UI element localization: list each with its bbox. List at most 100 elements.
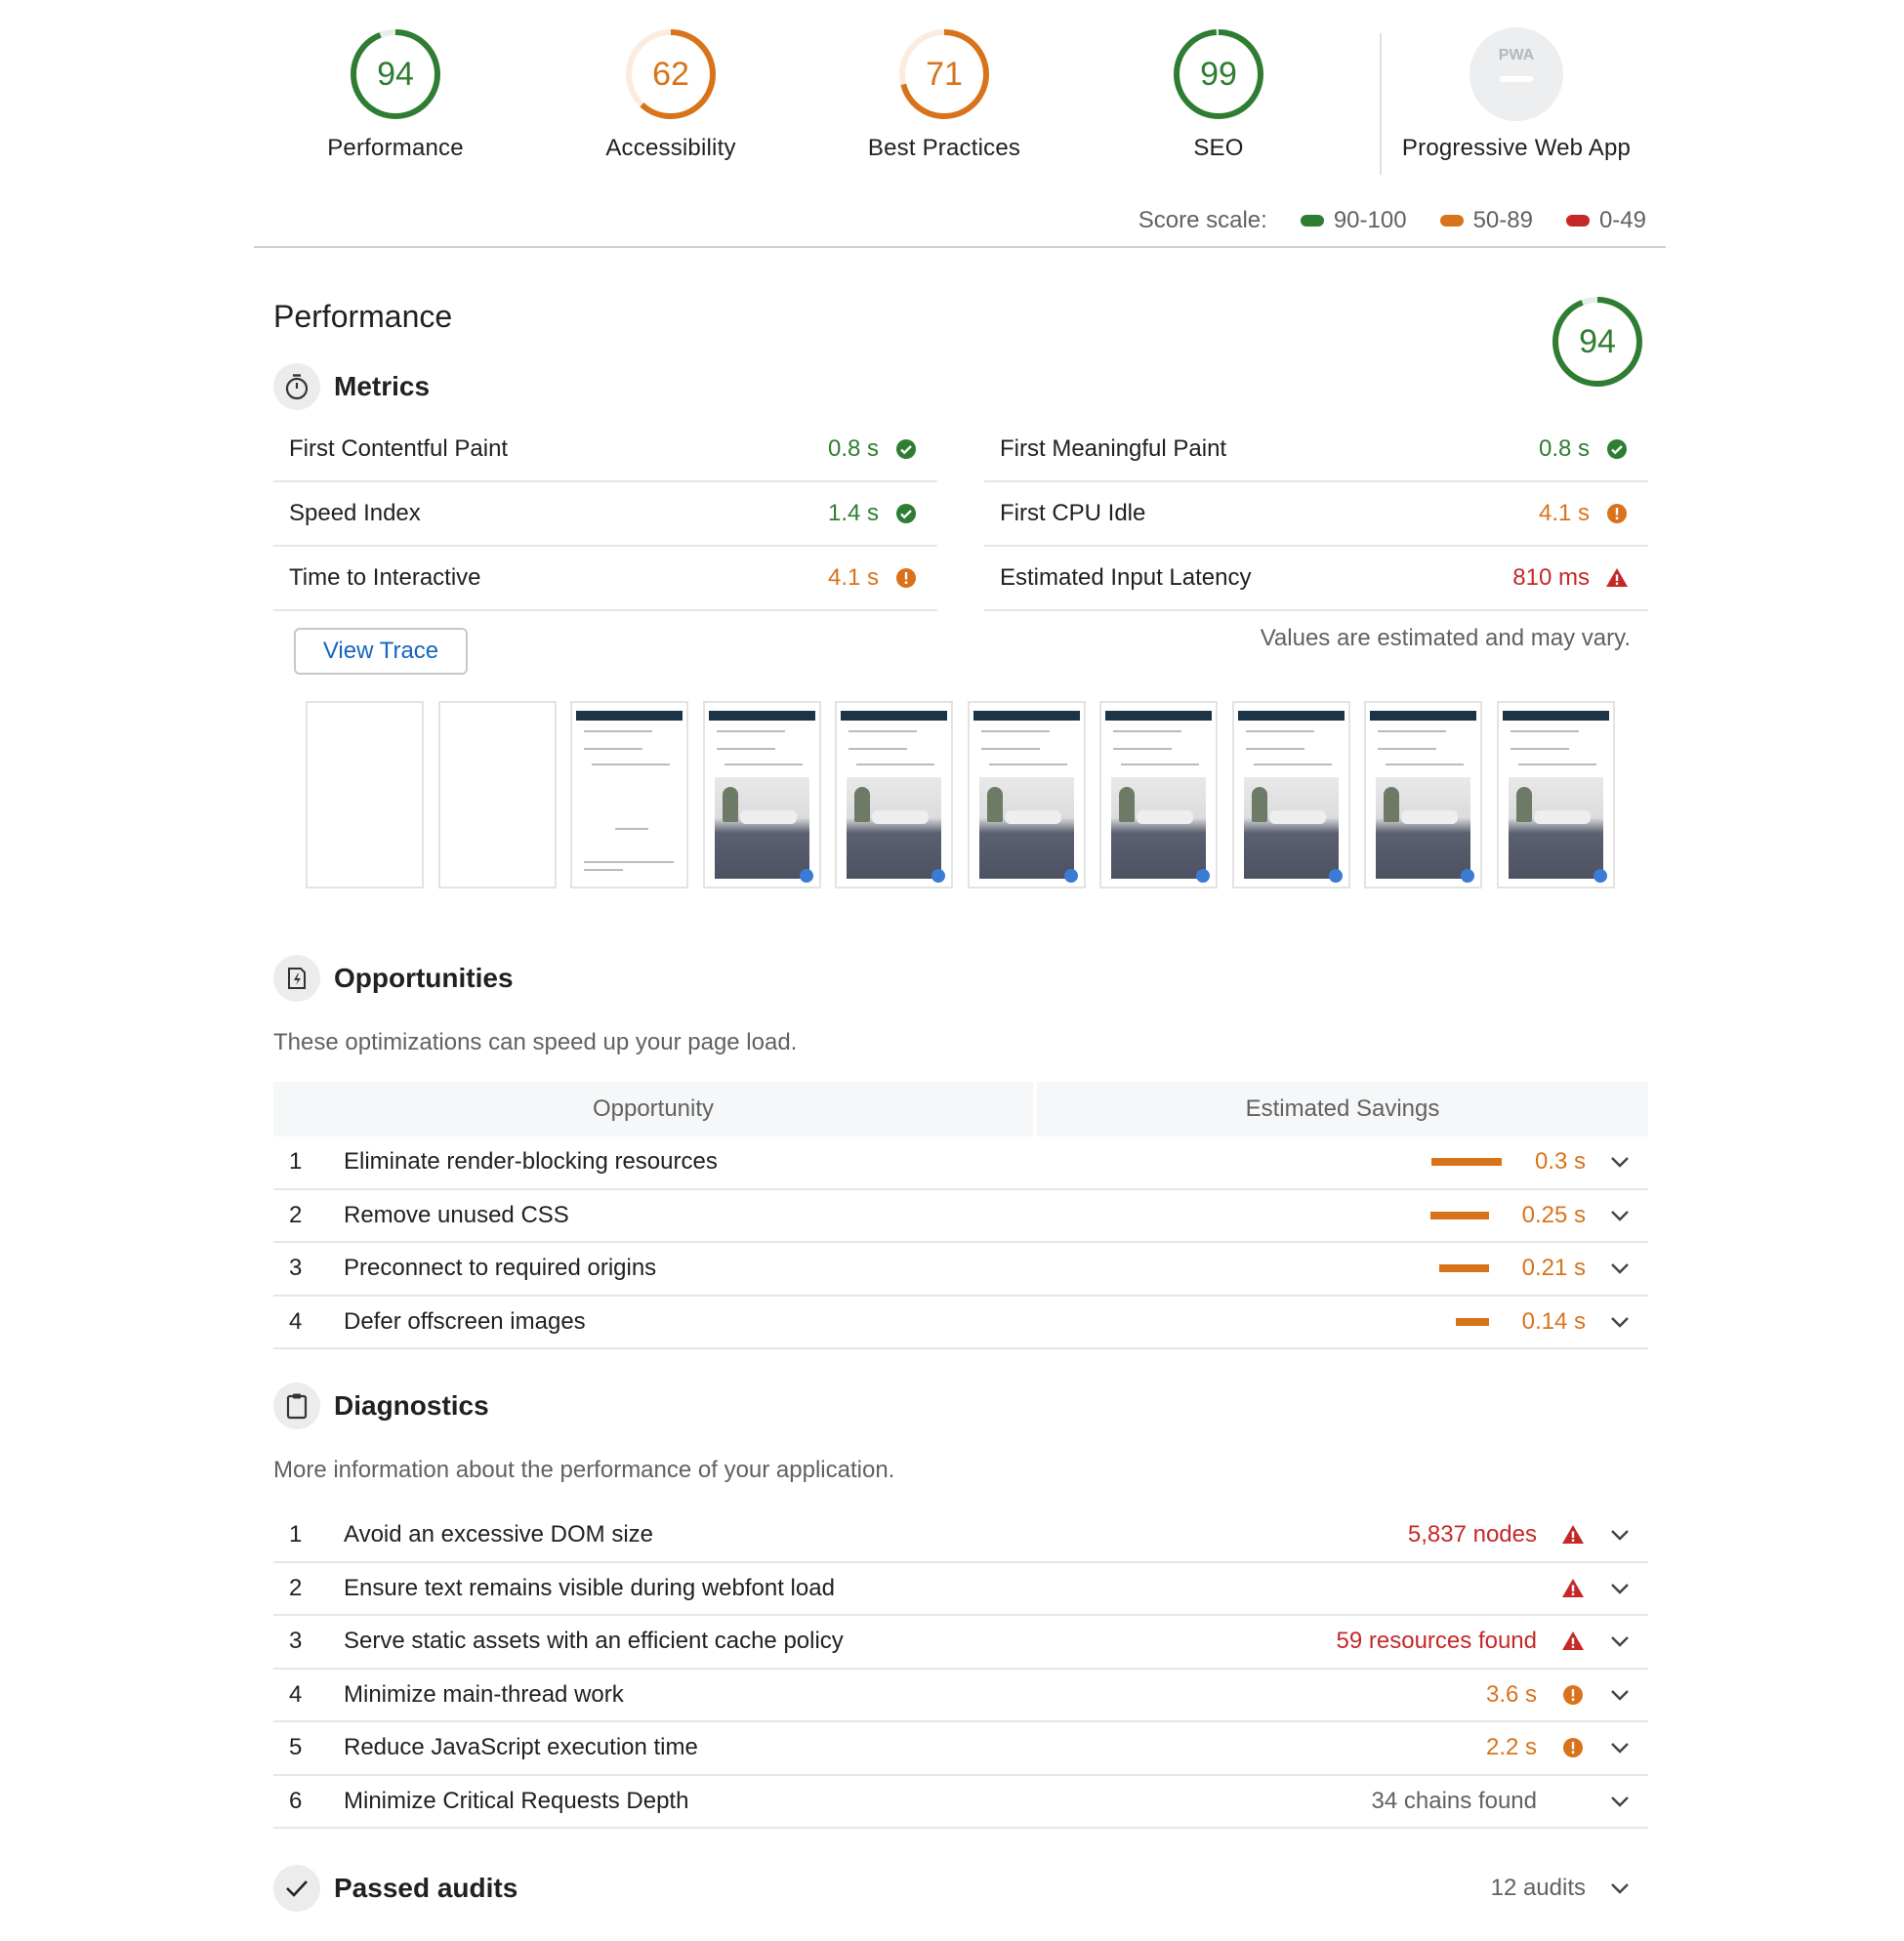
average-info-icon (1607, 504, 1627, 523)
pass-check-icon (1607, 439, 1627, 459)
chevron-down-icon[interactable] (1609, 1315, 1636, 1329)
savings-bar (1439, 1264, 1489, 1273)
gauge-score: 94 (1579, 323, 1616, 360)
opportunity-row[interactable]: 3 Preconnect to required origins 0.21 s (273, 1243, 1648, 1297)
fail-warning-icon (1562, 1525, 1584, 1545)
column-header-opportunity: Opportunity (273, 1082, 1033, 1136)
row-number: 4 (289, 1307, 303, 1335)
passed-audits-header[interactable]: Passed audits 12 audits (273, 1865, 1648, 1912)
fail-warning-icon (1562, 1578, 1584, 1597)
passed-audits-count: 12 audits (1490, 1875, 1586, 1901)
diagnostic-row[interactable]: 4 Minimize main-thread work 3.6 s (273, 1670, 1648, 1722)
gauge-best-practices[interactable]: 71 Best Practices (803, 27, 1086, 162)
scale-fail-range: 0-49 (1598, 207, 1646, 233)
gauge-label: Progressive Web App (1401, 135, 1632, 161)
pass-check-icon (896, 504, 916, 523)
chevron-down-icon[interactable] (1609, 1261, 1636, 1275)
pass-check-icon (896, 439, 916, 459)
opportunity-row[interactable]: 1 Eliminate render-blocking resources 0.… (273, 1136, 1648, 1190)
gauge-accessibility[interactable]: 62 Accessibility (529, 27, 812, 162)
diagnostic-row[interactable]: 2 Ensure text remains visible during web… (273, 1563, 1648, 1616)
filmstrip-frame[interactable] (437, 701, 557, 888)
bedroom-photo (1243, 777, 1339, 879)
opportunities-header: Opportunities (273, 955, 514, 1002)
gauge-score: 62 (652, 56, 689, 93)
performance-gauge: 94 (1551, 295, 1644, 393)
row-number: 3 (289, 1255, 303, 1282)
metric-value: 0.8 s (827, 435, 879, 462)
chevron-down-icon[interactable] (1609, 1688, 1636, 1702)
metric-value: 4.1 s (1538, 500, 1590, 526)
score-scale-label: Score scale: (1138, 207, 1267, 233)
opportunity-row[interactable]: 4 Defer offscreen images 0.14 s (273, 1297, 1648, 1349)
bedroom-photo (714, 777, 809, 879)
scale-average-range: 50-89 (1472, 207, 1533, 233)
savings-value: 0.25 s (1521, 1201, 1586, 1228)
row-title: Serve static assets with an efficient ca… (344, 1628, 844, 1655)
row-title: Minimize Critical Requests Depth (344, 1787, 689, 1814)
filmstrip-frame[interactable] (835, 701, 953, 888)
filmstrip-frame[interactable] (570, 701, 688, 888)
metric-label: First Contentful Paint (289, 435, 509, 462)
row-number: 5 (289, 1734, 303, 1761)
row-number: 2 (289, 1574, 303, 1601)
gauge-seo[interactable]: 99 SEO (1077, 27, 1360, 162)
filmstrip-frame[interactable] (1496, 701, 1615, 888)
filmstrip-frame[interactable] (306, 701, 424, 888)
bedroom-photo (1111, 777, 1206, 879)
chevron-down-icon[interactable] (1609, 1881, 1636, 1895)
metric-value: 4.1 s (827, 564, 879, 591)
gauge-score: 94 (377, 56, 414, 93)
row-title: Reduce JavaScript execution time (344, 1734, 698, 1761)
opportunities-table-header: Opportunity Estimated Savings (273, 1082, 1648, 1136)
savings-value: 0.3 s (1534, 1148, 1586, 1176)
chevron-down-icon[interactable] (1609, 1634, 1636, 1648)
gauge-ring: 62 (626, 29, 716, 119)
diagnostic-row[interactable]: 1 Avoid an excessive DOM size 5,837 node… (273, 1509, 1648, 1563)
metric-label: First CPU Idle (1000, 500, 1146, 526)
fail-warning-icon (1562, 1631, 1584, 1651)
metric-label: First Meaningful Paint (1000, 435, 1227, 462)
chevron-down-icon[interactable] (1609, 1795, 1636, 1808)
chat-bubble-icon (931, 869, 945, 883)
gauge-ring: 94 (351, 29, 440, 119)
gauge-performance[interactable]: 94 Performance (254, 27, 537, 162)
filmstrip-frame[interactable] (1099, 701, 1218, 888)
category-gauges: 94 Performance 62 Accessibility 71 Best … (254, 27, 1666, 179)
diagnostic-value: 59 resources found (1336, 1628, 1537, 1655)
row-title: Ensure text remains visible during webfo… (344, 1574, 835, 1601)
chevron-down-icon[interactable] (1609, 1582, 1636, 1595)
gauge-label: SEO (1193, 135, 1244, 161)
diagnostic-row[interactable]: 6 Minimize Critical Requests Depth 34 ch… (273, 1776, 1648, 1829)
view-trace-button[interactable]: View Trace (294, 628, 468, 675)
gauge-pwa[interactable]: PWA Progressive Web App (1370, 27, 1663, 162)
chevron-down-icon[interactable] (1609, 1528, 1636, 1542)
row-number: 1 (289, 1521, 303, 1549)
opportunities-table: Opportunity Estimated Savings 1 Eliminat… (273, 1082, 1648, 1349)
diagnostics-header: Diagnostics (273, 1383, 489, 1429)
metrics-header: Metrics (273, 363, 430, 410)
chevron-down-icon[interactable] (1609, 1741, 1636, 1755)
row-title: Minimize main-thread work (344, 1680, 624, 1708)
chat-bubble-icon (1063, 869, 1078, 883)
filmstrip-frame[interactable] (1364, 701, 1482, 888)
chevron-down-icon[interactable] (1609, 1209, 1636, 1222)
savings-bar (1430, 1158, 1502, 1167)
gauge-score: 99 (1200, 56, 1237, 93)
lightning-page-icon (273, 955, 320, 1002)
filmstrip (306, 701, 1629, 888)
opportunities-title: Opportunities (334, 963, 514, 993)
metric-value: 810 ms (1512, 564, 1590, 591)
diagnostics-table: 1 Avoid an excessive DOM size 5,837 node… (273, 1509, 1648, 1829)
filmstrip-frame[interactable] (967, 701, 1086, 888)
chevron-down-icon[interactable] (1609, 1155, 1636, 1169)
scale-pass-range: 90-100 (1333, 207, 1407, 233)
row-title: Remove unused CSS (344, 1201, 569, 1228)
filmstrip-frame[interactable] (702, 701, 821, 888)
filmstrip-frame[interactable] (1231, 701, 1350, 888)
row-number: 3 (289, 1628, 303, 1655)
metric-first-contentful-paint: First Contentful Paint 0.8 s (273, 418, 937, 482)
diagnostic-row[interactable]: 3 Serve static assets with an efficient … (273, 1616, 1648, 1670)
diagnostic-row[interactable]: 5 Reduce JavaScript execution time 2.2 s (273, 1722, 1648, 1776)
opportunity-row[interactable]: 2 Remove unused CSS 0.25 s (273, 1190, 1648, 1243)
